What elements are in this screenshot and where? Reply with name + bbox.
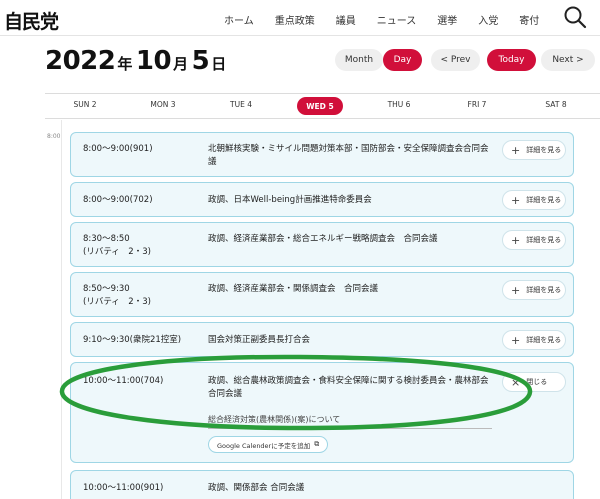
event-close-button[interactable]: × 閉じる — [502, 372, 566, 392]
event-detail-label: 詳細を見る — [526, 236, 562, 244]
event-time: 10:00～11:00(901) — [83, 483, 164, 493]
date-month: 10 — [135, 46, 172, 76]
event-card[interactable]: 9:10～9:30(衆院21控室) 国会対策正副委員長打合会 + 詳細を見る — [70, 322, 574, 357]
day-fri[interactable]: FRI 7 — [468, 100, 487, 109]
date-heading: 2022 年 10 月 5 日 — [45, 46, 230, 76]
event-detail-label: 詳細を見る — [526, 196, 562, 204]
event-time: 8:00～9:00(901) — [83, 144, 153, 154]
event-detail-button[interactable]: + 詳細を見る — [502, 330, 566, 350]
nav-election[interactable]: 選挙 — [437, 12, 457, 27]
day-sat[interactable]: SAT 8 — [545, 100, 566, 109]
event-detail-label: 詳細を見る — [526, 286, 562, 294]
event-card[interactable]: 10:00～11:00(901) 政調、関係部会 合同会議 — [70, 470, 574, 499]
event-title: 政調、経済産業部会・関係調査会 合同会議 — [208, 284, 379, 294]
event-detail-button[interactable]: + 詳細を見る — [502, 140, 566, 160]
next-button[interactable]: Next > — [541, 49, 595, 71]
search-icon — [564, 6, 587, 29]
nav-join[interactable]: 入党 — [478, 12, 498, 27]
nav-donate[interactable]: 寄付 — [519, 12, 539, 27]
site-logo[interactable]: 自民党 — [4, 7, 59, 34]
prev-button[interactable]: < Prev — [431, 49, 480, 71]
event-title: 政調、総合農林政策調査会・食料安全保障に関する検討委員会・農林部会合同会議 — [208, 376, 489, 399]
event-card[interactable]: 8:00～9:00(702) 政調、日本Well-being計画推進特命委員会 … — [70, 182, 574, 217]
nav-members[interactable]: 議員 — [336, 12, 356, 27]
external-link-icon: ⧉ — [314, 440, 320, 448]
today-button[interactable]: Today — [487, 49, 536, 71]
day-thu[interactable]: THU 6 — [388, 100, 411, 109]
event-time: 8:50～9:30 (リバティ 2・3) — [83, 284, 151, 307]
search-button[interactable] — [562, 3, 588, 31]
event-time: 8:00～9:00(702) — [83, 195, 153, 205]
google-calendar-label: Google Calenderに予定を追加 — [217, 441, 311, 450]
event-title: 政調、関係部会 合同会議 — [208, 483, 305, 493]
plus-icon: + — [511, 143, 521, 157]
plus-icon: + — [511, 233, 521, 247]
google-calendar-button[interactable]: Google Calenderに予定を追加 ⧉ — [208, 436, 329, 453]
close-icon: × — [511, 375, 521, 389]
event-detail-button[interactable]: + 詳細を見る — [502, 190, 566, 210]
plus-icon: + — [511, 193, 521, 207]
plus-icon: + — [511, 333, 521, 347]
event-time: 8:30～8:50 (リバティ 2・3) — [83, 234, 151, 257]
day-view-button[interactable]: Day — [383, 49, 422, 71]
event-detail-label: 詳細を見る — [526, 146, 562, 154]
timeline-line — [61, 120, 62, 499]
event-detail-button[interactable]: + 詳細を見る — [502, 230, 566, 250]
event-title: 北朝鮮核実験・ミサイル問題対策本部・国防部会・安全保障調査会合同会議 — [208, 144, 489, 167]
event-time: 10:00～11:00(704) — [83, 376, 164, 386]
day-sun[interactable]: SUN 2 — [73, 100, 96, 109]
plus-icon: + — [511, 283, 521, 297]
event-card[interactable]: 8:50～9:30 (リバティ 2・3) 政調、経済産業部会・関係調査会 合同会… — [70, 272, 574, 317]
date-year-unit: 年 — [117, 55, 132, 73]
event-card[interactable]: 8:30～8:50 (リバティ 2・3) 政調、経済産業部会・総合エネルギー戦略… — [70, 222, 574, 267]
event-detail-label: 詳細を見る — [526, 336, 562, 344]
event-close-label: 閉じる — [526, 378, 548, 386]
month-view-button[interactable]: Month — [335, 49, 383, 71]
date-day: 5 — [191, 46, 210, 76]
event-detail-text: 総合経済対策(農林関係)(案)について — [208, 414, 492, 429]
main-nav: ホーム 重点政策 議員 ニュース 選挙 入党 寄付 — [224, 12, 560, 27]
nav-news[interactable]: ニュース — [377, 12, 417, 27]
day-tue[interactable]: TUE 4 — [230, 100, 252, 109]
date-year: 2022 — [45, 46, 116, 76]
event-time: 9:10～9:30(衆院21控室) — [83, 335, 182, 345]
day-wed-selected[interactable]: WED 5 — [297, 97, 343, 115]
event-title: 国会対策正副委員長打合会 — [208, 335, 311, 345]
event-detail-button[interactable]: + 詳細を見る — [502, 280, 566, 300]
event-card[interactable]: 8:00～9:00(901) 北朝鮮核実験・ミサイル問題対策本部・国防部会・安全… — [70, 132, 574, 177]
event-title: 政調、日本Well-being計画推進特命委員会 — [208, 195, 372, 205]
week-day-strip: SUN 2 MON 3 TUE 4 WED 5 THU 6 FRI 7 SAT … — [45, 93, 600, 119]
date-month-unit: 月 — [173, 55, 188, 73]
event-title: 政調、経済産業部会・総合エネルギー戦略調査会 合同会議 — [208, 234, 438, 244]
nav-policy[interactable]: 重点政策 — [275, 12, 315, 27]
date-day-unit: 日 — [211, 55, 226, 73]
site-header: 自民党 ホーム 重点政策 議員 ニュース 選挙 入党 寄付 — [0, 0, 600, 36]
day-mon[interactable]: MON 3 — [150, 100, 175, 109]
time-label: 8:00 — [47, 133, 61, 140]
nav-home[interactable]: ホーム — [224, 12, 254, 27]
event-card-expanded[interactable]: 10:00～11:00(704) 政調、総合農林政策調査会・食料安全保障に関する… — [70, 362, 574, 463]
